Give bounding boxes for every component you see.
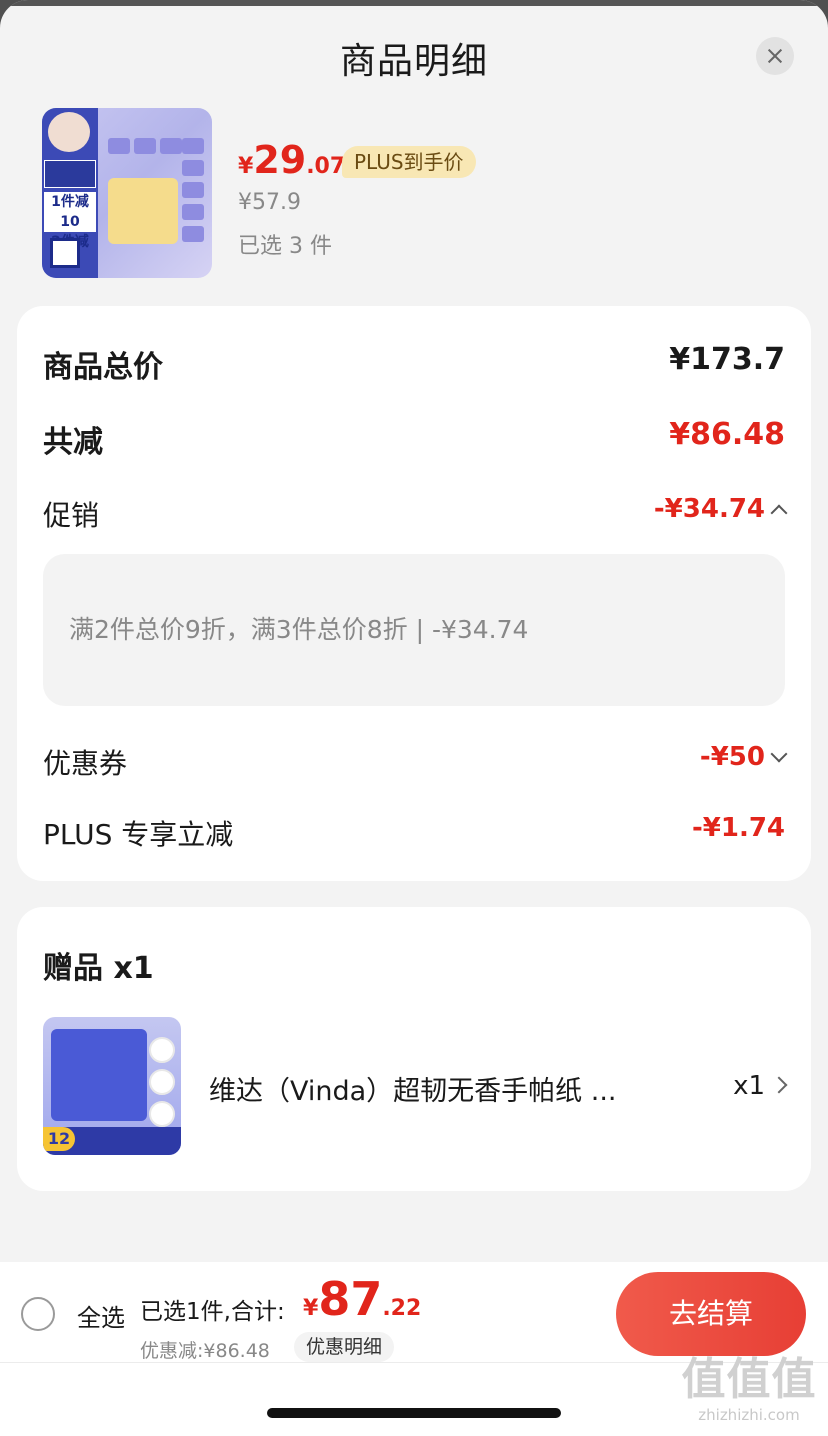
gift-image-badge: 12包	[43, 1127, 75, 1155]
gift-image-box	[51, 1029, 147, 1121]
gift-card: 赠品 x1 12包 维达（Vinda）超韧无香手帕纸 ... x1	[17, 907, 811, 1191]
gift-item-qty: x1	[733, 1071, 765, 1101]
page-title: 商品明细	[339, 41, 488, 82]
original-price: ¥57.9	[238, 190, 301, 215]
promo-line-1: 1件减10	[51, 194, 89, 230]
chevron-down-icon	[770, 745, 788, 762]
total-price-label: 商品总价	[43, 350, 163, 385]
product-image: 1件减10 2件减20	[42, 108, 212, 278]
coupon-toggle[interactable]: -¥50	[699, 742, 788, 772]
product-image-pack	[182, 226, 204, 242]
price-symbol: ¥	[238, 154, 254, 179]
selection-summary: 已选1件,合计:	[140, 1299, 285, 1325]
product-image-pack	[108, 178, 178, 244]
coupon-value: -¥50	[699, 742, 765, 772]
product-image-promo: 1件减10 2件减20	[44, 192, 96, 270]
checkout-button[interactable]: 去结算	[616, 1272, 806, 1356]
plus-discount-label: PLUS 专享立减	[43, 818, 234, 851]
total-integer: 87	[318, 1272, 383, 1326]
total-symbol: ¥	[303, 1296, 319, 1321]
promotion-value: -¥34.74	[653, 494, 765, 524]
qr-code-icon	[50, 238, 80, 268]
product-image-pack	[182, 182, 204, 198]
discount-detail-button[interactable]: 优惠明细	[294, 1332, 395, 1362]
product-image-pack	[160, 138, 182, 154]
promotion-toggle[interactable]: -¥34.74	[653, 494, 788, 524]
coupon-label: 优惠券	[43, 747, 128, 780]
chevron-right-icon	[770, 1076, 788, 1093]
select-all-radio[interactable]	[21, 1297, 55, 1331]
watermark: 值值值 zhizhizhi.com	[676, 1354, 822, 1432]
total-price-value: ¥173.7	[669, 342, 785, 377]
price-decimal: .07	[306, 154, 346, 179]
total-decimal: .22	[382, 1296, 422, 1321]
gift-image[interactable]: 12包	[43, 1017, 181, 1155]
gift-image-roll	[149, 1069, 175, 1095]
product-image-model	[48, 112, 90, 152]
product-image-pack	[108, 138, 130, 154]
gift-title: 赠品 x1	[43, 951, 154, 986]
price-summary-card: 商品总价 ¥173.7 共减 ¥86.48 促销 -¥34.74 满2件总价9折…	[17, 306, 811, 881]
close-icon[interactable]	[756, 37, 794, 75]
watermark-logo: 值值值	[681, 1354, 817, 1405]
chevron-up-icon	[770, 504, 788, 521]
product-image-badge	[44, 160, 96, 188]
watermark-url: zhizhizhi.com	[698, 1406, 800, 1424]
reduction-value: ¥86.48	[669, 417, 785, 452]
product-image-pack	[182, 138, 204, 154]
gift-image-roll	[149, 1037, 175, 1063]
gift-image-roll	[149, 1101, 175, 1127]
gift-item-row[interactable]: x1	[733, 1071, 788, 1101]
promotion-detail: 满2件总价9折，满3件总价8折 | -¥34.74	[43, 554, 785, 706]
product-price: ¥29.07	[238, 138, 345, 182]
product-image-pack	[134, 138, 156, 154]
plus-price-tag: PLUS到手价	[342, 146, 476, 178]
bottom-bar: 全选 已选1件,合计: ¥87.22 优惠减:¥86.48 优惠明细 去结算 值…	[0, 1262, 828, 1436]
discount-summary: 优惠减:¥86.48	[140, 1340, 270, 1362]
gift-item-name[interactable]: 维达（Vinda）超韧无香手帕纸 ...	[209, 1069, 617, 1108]
price-integer: 29	[253, 138, 307, 182]
reduction-label: 共减	[43, 425, 103, 460]
select-all-label[interactable]: 全选	[77, 1298, 125, 1333]
promotion-label: 促销	[43, 499, 100, 532]
selected-count: 已选 3 件	[238, 234, 332, 259]
detail-sheet: 商品明细 1件减10 2件减20 ¥29.07 PLUS到手价 ¥57.9 已选…	[0, 0, 828, 1436]
home-indicator[interactable]	[267, 1408, 561, 1418]
cart-total: ¥87.22	[303, 1272, 421, 1326]
product-image-pack	[182, 160, 204, 176]
product-image-pack	[182, 204, 204, 220]
plus-discount-value: -¥1.74	[691, 813, 785, 843]
top-strip	[0, 0, 828, 6]
